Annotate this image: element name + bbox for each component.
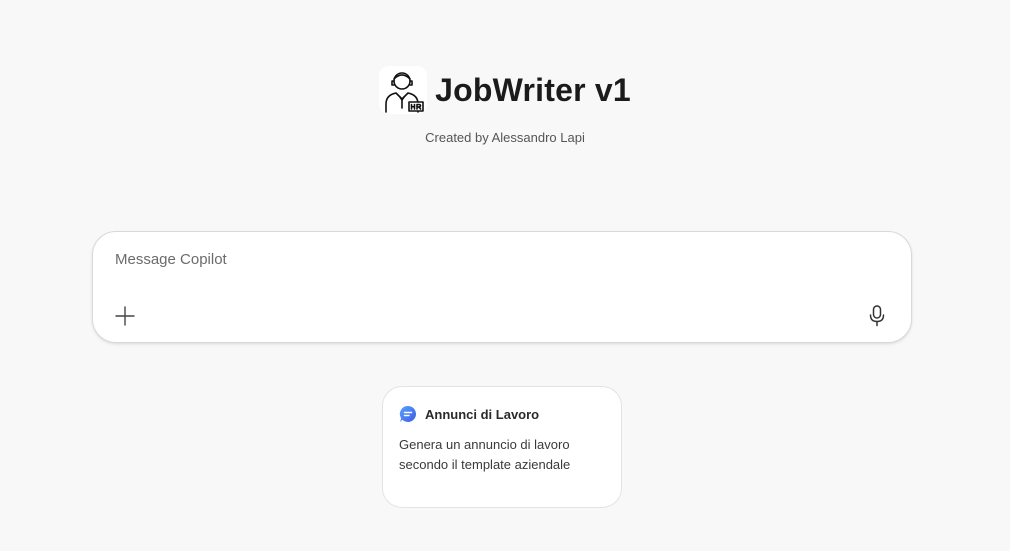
add-attachment-button[interactable] — [111, 302, 139, 330]
suggestion-card-header: Annunci di Lavoro — [399, 405, 605, 423]
microphone-icon — [869, 305, 885, 327]
hr-person-icon — [379, 66, 428, 114]
chat-bubble-icon — [399, 405, 417, 423]
voice-input-button[interactable] — [863, 302, 891, 330]
app-title: JobWriter v1 — [435, 71, 631, 108]
author-subtitle: Created by Alessandro Lapi — [425, 130, 585, 145]
message-input[interactable] — [113, 250, 877, 269]
agent-header: JobWriter v1 Created by Alessandro Lapi — [0, 66, 1010, 145]
suggestion-description: Genera un annuncio di lavoro secondo il … — [399, 437, 571, 472]
suggestion-card[interactable]: Annunci di Lavoro Genera un annuncio di … — [382, 386, 622, 508]
message-composer — [92, 231, 912, 343]
suggestion-title: Annunci di Lavoro — [425, 406, 540, 422]
copilot-start-page: JobWriter v1 Created by Alessandro Lapi — [0, 0, 1010, 551]
plus-icon — [115, 306, 135, 326]
title-row: JobWriter v1 — [379, 66, 631, 114]
